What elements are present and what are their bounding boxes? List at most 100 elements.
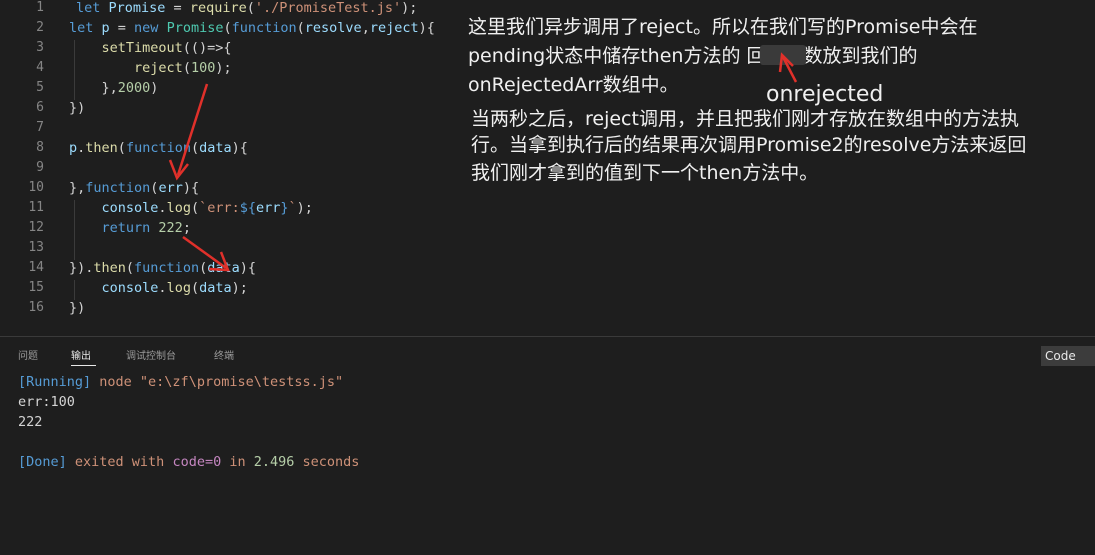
code-token: ); (401, 0, 418, 16)
annotation-line: 我们刚才拿到的值到下一个then方法中。 (471, 162, 819, 184)
code-token: ){ (231, 140, 248, 156)
output-running-line: [Running] node "e:\zf\promise\testss.js" (18, 372, 343, 392)
code-line: 11 console.log(`err:${err}`); (0, 198, 1095, 218)
annotation-line: onRejectedArr数组中。 (468, 74, 679, 96)
code-token: then (85, 140, 118, 156)
code-token: ){ (182, 180, 200, 196)
tab-debug-console[interactable]: 调试控制台 (126, 347, 176, 362)
indent-guide (74, 280, 75, 300)
code-line: 15 console.log(data); (0, 278, 1095, 298)
line-number: 10 (28, 180, 44, 195)
code-token: console (101, 280, 159, 296)
annotation-line: 这里我们异步调用了reject。所以在我们写的Promise中会在 (468, 16, 978, 38)
code-token: data (207, 260, 240, 276)
running-tag: [Running] (18, 374, 92, 390)
code-token: ); (231, 280, 248, 296)
code-token: log (166, 200, 191, 216)
code-token: err (256, 200, 281, 216)
code-token: }). (69, 260, 94, 276)
code-token: './PromiseTest.js' (254, 0, 402, 16)
output-line: err:100 (18, 394, 75, 410)
line-number: 1 (36, 0, 44, 15)
code-text: let p = new Promise(function(resolve,rej… (69, 18, 435, 38)
code-token: ( (190, 200, 200, 216)
output-done-line: [Done] exited with code=0 in 2.496 secon… (18, 452, 359, 472)
line-number: 7 (36, 120, 44, 135)
code-token: }, (69, 180, 86, 196)
code-token: p (69, 140, 78, 156)
code-token: Promise (166, 20, 224, 36)
code-token: ) (150, 80, 159, 96)
code-text: reject(100); (69, 58, 232, 78)
annotation-line: 行。当拿到执行后的结果再次调用Promise2的resolve方法来返回 (471, 134, 1027, 156)
bottom-panel: 问题 输出 调试控制台 终端 Code [Running] node "e:\z… (0, 336, 1095, 555)
code-text: },function(err){ (69, 178, 199, 198)
code-token: reject (369, 20, 419, 36)
output-channel-select[interactable]: Code (1041, 346, 1095, 366)
code-token: let (69, 20, 102, 36)
code-line: 13 (0, 238, 1095, 258)
code-token: ` (288, 200, 297, 216)
code-token: }, (69, 80, 118, 96)
code-token: ( (190, 140, 200, 156)
code-token: setTimeout (101, 40, 183, 56)
code-token: return (101, 220, 159, 236)
code-text: console.log(`err:${err}`); (69, 198, 313, 218)
code-token: ( (199, 260, 208, 276)
code-token: ( (117, 140, 126, 156)
code-token: console (101, 200, 159, 216)
line-number: 6 (36, 100, 44, 115)
code-token: function (231, 20, 297, 36)
annotation-box: 这里我们异步调用了reject。所以在我们写的Promise中会在 pendin… (458, 8, 1095, 200)
code-token: ( (182, 60, 191, 76)
line-number: 12 (28, 220, 44, 235)
code-token: data (199, 140, 232, 156)
code-token: then (93, 260, 126, 276)
line-number: 16 (28, 300, 44, 315)
code-text: console.log(data); (69, 278, 248, 298)
code-token: }) (69, 100, 86, 116)
line-number: 14 (28, 260, 44, 275)
code-text: }).then(function(data){ (69, 258, 256, 278)
line-number: 5 (36, 80, 44, 95)
code-token: } (280, 200, 289, 216)
code-token: 100 (190, 60, 216, 76)
done-tag: [Done] (18, 454, 67, 470)
code-token: ); (215, 60, 232, 76)
line-number: 9 (36, 160, 44, 175)
code-token: , (361, 20, 370, 36)
code-line: 16}) (0, 298, 1095, 318)
code-token: ( (296, 20, 305, 36)
code-token: ){ (239, 260, 256, 276)
code-text: },2000) (69, 78, 159, 98)
running-command: node "e:\zf\promise\testss.js" (91, 374, 344, 390)
code-token: data (199, 280, 232, 296)
line-number: 4 (36, 60, 44, 75)
indent-guide (74, 40, 75, 100)
code-text: }) (69, 98, 85, 118)
line-number: 3 (36, 40, 44, 55)
code-token: `err: (199, 200, 240, 216)
code-token: 222 (158, 220, 183, 236)
tab-problems[interactable]: 问题 (18, 347, 38, 362)
code-line: 14 }).then(function(data){ (0, 258, 1095, 278)
code-text: return 222; (69, 218, 191, 238)
code-token: ; (182, 220, 191, 236)
tab-output[interactable]: 输出 (71, 347, 91, 362)
code-token: ( (223, 20, 232, 36)
line-number: 13 (28, 240, 44, 255)
code-text: setTimeout(()=>{ (69, 38, 232, 58)
code-token: function (85, 180, 151, 196)
active-tab-indicator (71, 365, 96, 366)
code-token: new (134, 20, 167, 36)
code-token: ( (246, 0, 255, 16)
code-token: . (158, 200, 167, 216)
code-token: p (101, 20, 110, 36)
tab-terminal[interactable]: 终端 (214, 347, 234, 362)
done-text: exited with (66, 454, 173, 470)
code-token: Promise (108, 0, 166, 16)
code-token: 2000 (117, 80, 151, 96)
code-token: let (76, 0, 109, 16)
code-token: ( (125, 260, 135, 276)
